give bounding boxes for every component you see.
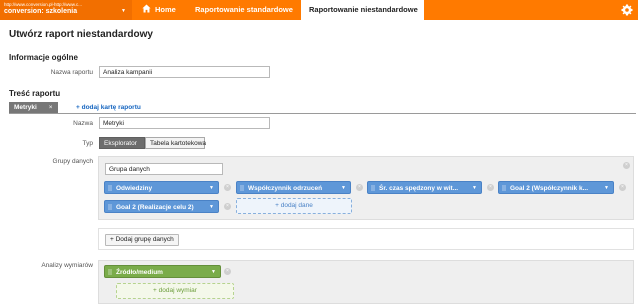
metric-groups-label: Grupy danych [52, 158, 93, 165]
nav-home-label: Home [155, 5, 176, 14]
general-info-heading: Informacje ogólne [9, 53, 78, 62]
type-option-flat-table[interactable]: Tabela kartotekowa [145, 137, 206, 149]
page-title: Utwórz raport niestandardowy [9, 29, 153, 40]
metric-chip-label: Śr. czas spędzony w wit... [379, 185, 459, 192]
tab-divider [9, 113, 636, 114]
metric-chip[interactable]: Współczynnik odrzuceń ▼ [236, 181, 351, 194]
close-icon[interactable]: × [623, 162, 630, 169]
chevron-down-icon[interactable]: ▼ [209, 201, 214, 212]
close-icon[interactable]: × [224, 203, 231, 210]
add-group-panel: + Dodaj grupę danych [98, 228, 634, 250]
drag-handle-icon[interactable] [240, 185, 244, 191]
close-icon[interactable]: × [356, 184, 363, 191]
chevron-down-icon[interactable]: ▼ [209, 182, 214, 193]
dimension-chip-label: Źródło/medium [116, 269, 163, 276]
dimension-panel: Źródło/medium ▼ × + dodaj wymiar [98, 260, 634, 304]
report-content-heading: Treść raportu [9, 89, 61, 98]
account-name: conversion: szkolenia [4, 8, 78, 15]
drag-handle-icon[interactable] [502, 185, 506, 191]
add-dimension-dropzone[interactable]: + dodaj wymiar [116, 283, 234, 299]
drag-handle-icon[interactable] [108, 269, 112, 275]
nav-standard-reporting[interactable]: Raportowanie standardowe [187, 0, 301, 20]
add-metric-group-button[interactable]: + Dodaj grupę danych [105, 234, 179, 246]
metric-chip-label: Goal 2 (Współczynnik k... [510, 185, 589, 192]
drag-handle-icon[interactable] [108, 185, 112, 191]
metric-chip[interactable]: Goal 2 (Współczynnik k... ▼ [498, 181, 614, 194]
home-icon [142, 4, 151, 13]
account-selector[interactable]: http://www.conversion.pl-http://www.c...… [0, 0, 132, 20]
close-icon[interactable]: × [619, 184, 626, 191]
drag-handle-icon[interactable] [108, 204, 112, 210]
type-option-explorer[interactable]: Eksplorator [99, 137, 145, 149]
chevron-down-icon[interactable]: ▼ [341, 182, 346, 193]
metric-group-panel: Grupa danych × Odwiedziny ▼ × Współczynn… [98, 156, 634, 220]
metric-chip[interactable]: Śr. czas spędzony w wit... ▼ [367, 181, 482, 194]
close-icon[interactable]: × [224, 268, 231, 275]
metric-chip[interactable]: Odwiedziny ▼ [104, 181, 219, 194]
nav-home[interactable]: Home [134, 0, 184, 20]
tab-name-input[interactable]: Metryki [99, 117, 270, 129]
metric-chip-label: Goal 2 (Realizacje celu 2) [116, 204, 194, 211]
chevron-down-icon[interactable]: ▼ [211, 266, 216, 277]
chevron-down-icon[interactable]: ▼ [472, 182, 477, 193]
metric-chip-label: Odwiedziny [116, 185, 153, 192]
metric-chip-label: Współczynnik odrzuceń [248, 185, 323, 192]
top-navigation-bar: http://www.conversion.pl-http://www.c...… [0, 0, 638, 20]
dimension-drilldowns-label: Analizy wymiarów [41, 262, 93, 269]
add-metric-dropzone[interactable]: + dodaj dane [236, 198, 352, 214]
report-tab-metrics[interactable]: Metryki × [9, 102, 58, 113]
chevron-down-icon[interactable]: ▼ [604, 182, 609, 193]
close-icon[interactable]: × [224, 184, 231, 191]
report-name-label: Nazwa raportu [50, 69, 93, 76]
drag-handle-icon[interactable] [371, 185, 375, 191]
gear-icon[interactable] [621, 4, 633, 16]
report-name-input[interactable]: Analiza kampanii [99, 66, 270, 78]
report-tab-label: Metryki [14, 104, 37, 111]
type-label: Typ [82, 140, 93, 147]
tab-name-label: Nazwa [73, 120, 93, 127]
chevron-down-icon: ▼ [121, 8, 126, 14]
dimension-chip[interactable]: Źródło/medium ▼ [104, 265, 221, 278]
nav-custom-reporting[interactable]: Raportowanie niestandardowe [301, 0, 424, 20]
close-icon[interactable]: × [49, 104, 53, 111]
metric-chip[interactable]: Goal 2 (Realizacje celu 2) ▼ [104, 200, 219, 213]
close-icon[interactable]: × [487, 184, 494, 191]
metric-group-name-input[interactable]: Grupa danych [105, 163, 223, 175]
add-report-tab-link[interactable]: + dodaj kartę raportu [76, 104, 141, 111]
